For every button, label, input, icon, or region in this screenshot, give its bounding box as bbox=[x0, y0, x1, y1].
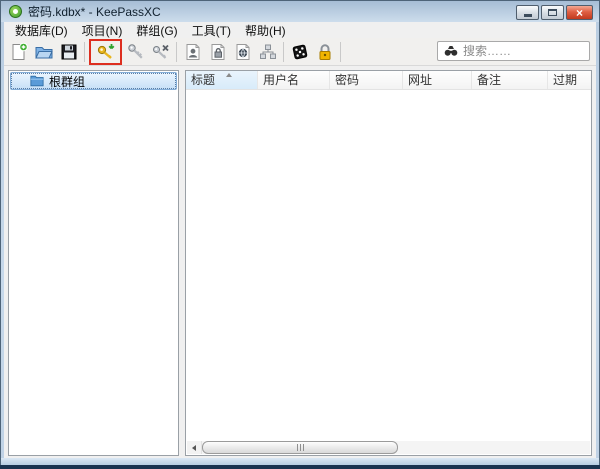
folder-open-icon bbox=[34, 46, 53, 58]
copy-password-button[interactable] bbox=[205, 40, 230, 64]
hierarchy-icon bbox=[259, 44, 276, 59]
column-header-label: 密码 bbox=[335, 73, 360, 87]
group-tree-panel: 根群组 bbox=[8, 70, 179, 456]
lock-database-button[interactable] bbox=[312, 40, 337, 64]
copy-username-button[interactable] bbox=[180, 40, 205, 64]
column-header-label: 标题 bbox=[191, 73, 216, 87]
auto-type-button[interactable] bbox=[255, 40, 280, 64]
sort-ascending-icon bbox=[226, 73, 232, 77]
titlebar[interactable]: 密码.kdbx* - KeePassXC × bbox=[1, 1, 599, 22]
globe-page-icon bbox=[236, 43, 249, 60]
scroll-left-button[interactable] bbox=[187, 441, 201, 454]
column-header-notes[interactable]: 备注 bbox=[472, 71, 548, 89]
menu-tools[interactable]: 工具(T) bbox=[185, 21, 238, 40]
column-header-label: 用户名 bbox=[263, 73, 300, 87]
add-entry-button[interactable] bbox=[93, 40, 118, 64]
entry-table-panel: 标题 用户名 密码 网址 备注 过期 bbox=[185, 70, 592, 456]
user-page-icon bbox=[186, 43, 199, 60]
save-database-button[interactable] bbox=[56, 40, 81, 64]
scrollbar-track[interactable] bbox=[201, 441, 590, 454]
arrow-left-icon bbox=[192, 444, 196, 451]
delete-entry-button[interactable] bbox=[148, 40, 173, 64]
window-title: 密码.kdbx* - KeePassXC bbox=[28, 5, 161, 19]
password-generator-button[interactable] bbox=[287, 40, 312, 64]
thumb-grip bbox=[296, 444, 298, 451]
table-header-row: 标题 用户名 密码 网址 备注 过期 bbox=[186, 71, 591, 90]
menubar: 数据库(D) 项目(N) 群组(G) 工具(T) 帮助(H) bbox=[4, 22, 596, 38]
search-input[interactable] bbox=[463, 44, 575, 58]
menu-groups[interactable]: 群组(G) bbox=[129, 21, 184, 40]
file-plus-icon bbox=[12, 42, 28, 60]
column-header-url[interactable]: 网址 bbox=[403, 71, 472, 89]
column-header-username[interactable]: 用户名 bbox=[258, 71, 330, 89]
dice-icon bbox=[292, 44, 307, 59]
toolbar-separator bbox=[283, 41, 284, 62]
app-window: 密码.kdbx* - KeePassXC × 数据库(D) 项目(N) 群组(G… bbox=[0, 0, 600, 469]
column-header-label: 过期 bbox=[553, 73, 578, 87]
maximize-button[interactable] bbox=[541, 5, 564, 20]
search-box[interactable] bbox=[437, 41, 590, 61]
column-header-title[interactable]: 标题 bbox=[186, 71, 258, 89]
key-plus-icon bbox=[97, 43, 114, 59]
thumb-grip bbox=[299, 444, 301, 451]
column-header-expires[interactable]: 过期 bbox=[548, 71, 591, 89]
column-header-password[interactable]: 密码 bbox=[330, 71, 403, 89]
close-button[interactable]: × bbox=[566, 5, 593, 20]
floppy-disk-icon bbox=[61, 44, 76, 59]
column-header-label: 备注 bbox=[477, 73, 502, 87]
toolbar-separator bbox=[176, 41, 177, 62]
search-binoculars-icon bbox=[444, 46, 458, 56]
minimize-icon bbox=[523, 14, 532, 17]
caption-buttons: × bbox=[516, 5, 593, 20]
scrollbar-thumb[interactable] bbox=[202, 441, 398, 454]
open-database-button[interactable] bbox=[31, 40, 56, 64]
window-bottom-border bbox=[1, 458, 599, 465]
menu-database[interactable]: 数据库(D) bbox=[8, 21, 75, 40]
thumb-grip bbox=[302, 444, 304, 451]
key-x-icon bbox=[152, 44, 169, 59]
red-highlight-box bbox=[89, 38, 122, 65]
window-bottom-edge bbox=[0, 465, 600, 469]
edit-entry-button[interactable] bbox=[123, 40, 148, 64]
close-icon: × bbox=[575, 5, 583, 20]
group-label: 根群组 bbox=[49, 74, 86, 89]
column-header-label: 网址 bbox=[408, 73, 433, 87]
lock-page-icon bbox=[211, 43, 224, 60]
key-icon bbox=[127, 43, 143, 59]
folder-icon bbox=[30, 75, 44, 87]
copy-url-button[interactable] bbox=[230, 40, 255, 64]
minimize-button[interactable] bbox=[516, 5, 539, 20]
toolbar bbox=[4, 38, 596, 66]
menu-entries[interactable]: 项目(N) bbox=[75, 21, 130, 40]
sidebar-item-root-group[interactable]: 根群组 bbox=[10, 72, 177, 90]
client-area: 数据库(D) 项目(N) 群组(G) 工具(T) 帮助(H) 搜索…… 根群组 … bbox=[4, 22, 596, 458]
entry-table-body bbox=[186, 90, 591, 441]
keepassxc-logo-icon bbox=[9, 5, 22, 18]
toolbar-separator bbox=[84, 41, 85, 62]
menu-help[interactable]: 帮助(H) bbox=[238, 21, 293, 40]
padlock-icon bbox=[319, 43, 330, 60]
horizontal-scrollbar[interactable] bbox=[187, 441, 590, 454]
new-database-button[interactable] bbox=[6, 40, 31, 64]
toolbar-separator bbox=[340, 41, 341, 62]
maximize-icon bbox=[548, 9, 557, 16]
